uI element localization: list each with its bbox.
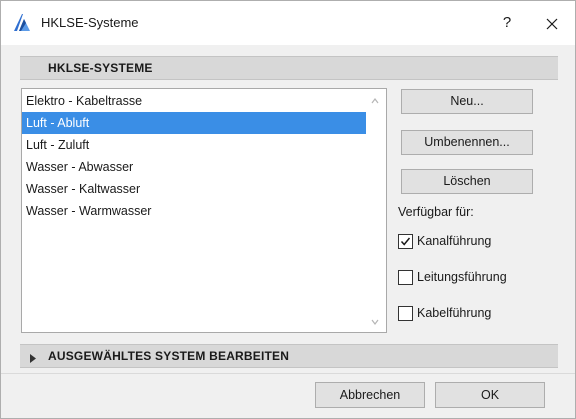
- systems-section-title: HKLSE-SYSTEME: [48, 61, 153, 75]
- new-button[interactable]: Neu...: [401, 89, 533, 114]
- systems-list[interactable]: Elektro - Kabeltrasse Luft - Abluft Luft…: [21, 88, 387, 333]
- list-item-selected[interactable]: Luft - Abluft: [22, 112, 366, 134]
- expand-arrow-icon[interactable]: [30, 352, 36, 363]
- scroll-down-icon[interactable]: [370, 316, 380, 326]
- help-button[interactable]: ?: [493, 9, 521, 37]
- ok-button[interactable]: OK: [435, 382, 545, 408]
- list-item[interactable]: Wasser - Abwasser: [22, 156, 366, 178]
- rename-button[interactable]: Umbenennen...: [401, 130, 533, 155]
- list-item[interactable]: Elektro - Kabeltrasse: [22, 90, 366, 112]
- edit-system-section-title: AUSGEWÄHLTES SYSTEM BEARBEITEN: [48, 349, 290, 363]
- title-bar: HKLSE-Systeme ?: [1, 1, 575, 45]
- checkbox-checked[interactable]: [398, 234, 413, 249]
- archicad-logo-icon: [12, 13, 32, 33]
- footer-divider: [1, 373, 575, 374]
- cancel-button[interactable]: Abbrechen: [315, 382, 425, 408]
- checkbox-label: Kabelführung: [417, 306, 492, 320]
- window-title: HKLSE-Systeme: [41, 15, 139, 30]
- scroll-up-icon[interactable]: [370, 95, 380, 105]
- edit-system-section-header[interactable]: AUSGEWÄHLTES SYSTEM BEARBEITEN: [20, 344, 558, 368]
- checkmark-icon: [400, 237, 411, 246]
- checkbox-unchecked[interactable]: [398, 306, 413, 321]
- checkbox-unchecked[interactable]: [398, 270, 413, 285]
- dialog-window: HKLSE-Systeme ? HKLSE-SYSTEME Elektro - …: [0, 0, 576, 419]
- close-button[interactable]: [538, 9, 566, 37]
- delete-button[interactable]: Löschen: [401, 169, 533, 194]
- close-icon: [546, 18, 558, 30]
- list-item[interactable]: Wasser - Warmwasser: [22, 200, 366, 222]
- available-for-label: Verfügbar für:: [398, 205, 474, 219]
- checkbox-label: Kanalführung: [417, 234, 492, 248]
- list-item[interactable]: Luft - Zuluft: [22, 134, 366, 156]
- checkbox-label: Leitungsführung: [417, 270, 507, 284]
- list-item[interactable]: Wasser - Kaltwasser: [22, 178, 366, 200]
- systems-section-header: HKLSE-SYSTEME: [20, 56, 558, 80]
